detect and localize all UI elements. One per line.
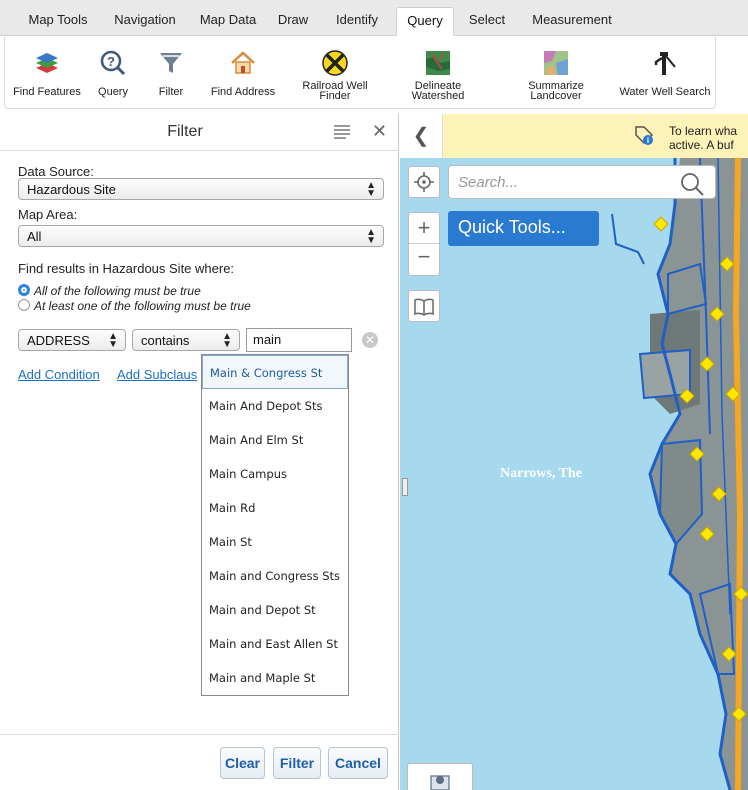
- notice-text: To learn wha active. A buf: [669, 124, 738, 152]
- suggestion-item[interactable]: Main Rd: [202, 491, 348, 525]
- autocomplete-dropdown: Main & Congress St Main And Depot Sts Ma…: [201, 354, 349, 696]
- condition-operator-select[interactable]: contains ▲ ▼: [132, 329, 240, 351]
- svg-text:?: ?: [107, 54, 115, 69]
- filter-button[interactable]: Filter: [151, 37, 191, 109]
- add-subclause-link[interactable]: Add Subclaus: [117, 367, 197, 382]
- radio-any-true[interactable]: At least one of the following must be tr…: [18, 299, 251, 313]
- search-icon[interactable]: [679, 171, 705, 197]
- clear-condition-icon[interactable]: ✕: [362, 332, 378, 348]
- svg-text:i: i: [647, 136, 649, 145]
- suggestion-item[interactable]: Main Campus: [202, 457, 348, 491]
- delineate-watershed-label: Delineate Watershed: [411, 80, 465, 102]
- select-arrows-icon: ▲ ▼: [222, 331, 232, 350]
- place-label: Narrows, The: [500, 466, 582, 481]
- map-pin-icon: [430, 775, 450, 790]
- suggestion-item[interactable]: Main and Maple St: [202, 661, 348, 695]
- panel-title: Filter: [167, 123, 203, 140]
- query-ribbon: Find Features ? Query Filter Find Addres…: [4, 37, 716, 109]
- find-address-label: Find Address: [210, 86, 276, 98]
- tab-map-tools[interactable]: Map Tools: [16, 7, 100, 36]
- radio-unselected-icon: [18, 299, 30, 311]
- add-condition-link[interactable]: Add Condition: [18, 367, 100, 382]
- find-features-label: Find Features: [13, 86, 81, 98]
- pier-outline: [611, 213, 645, 265]
- map-area-label: Map Area:: [18, 207, 78, 222]
- book-icon: [414, 298, 434, 316]
- radio-selected-icon: [18, 284, 30, 296]
- summarize-landcover-label: Summarize Landcover: [528, 80, 584, 102]
- panel-header: Filter ✕: [0, 114, 399, 151]
- delineate-watershed-button[interactable]: Delineate Watershed: [403, 37, 473, 109]
- query-button[interactable]: ? Query: [91, 37, 135, 109]
- suggestion-item[interactable]: Main and Depot St: [202, 593, 348, 627]
- find-results-label: Find results in Hazardous Site where:: [18, 261, 235, 276]
- crosshair-icon: [414, 172, 434, 192]
- watershed-icon: [426, 51, 450, 75]
- railroad-crossing-icon: [322, 50, 348, 76]
- tab-navigation[interactable]: Navigation: [102, 7, 188, 36]
- toolbar-tabs: Map Tools Navigation Map Data Draw Ident…: [0, 0, 748, 36]
- map-search-input[interactable]: Search...: [448, 165, 716, 199]
- tab-draw[interactable]: Draw: [268, 7, 318, 36]
- search-placeholder: Search...: [458, 174, 519, 191]
- panel-button-bar: Clear Filter Cancel: [0, 734, 399, 790]
- suggestion-item[interactable]: Main St: [202, 525, 348, 559]
- water-pump-icon: [654, 52, 676, 75]
- water-well-search-label: Water Well Search: [619, 86, 711, 98]
- railroad-well-finder-label: Railroad Well Finder: [302, 80, 368, 102]
- suggestion-item[interactable]: Main And Depot Sts: [202, 389, 348, 423]
- suggestion-item[interactable]: Main and Congress Sts: [202, 559, 348, 593]
- condition-field-select[interactable]: ADDRESS ▲ ▼: [18, 329, 126, 351]
- suggestion-item[interactable]: Main and East Allen St: [202, 627, 348, 661]
- locate-me-button[interactable]: [408, 166, 440, 198]
- filter-icon: [160, 53, 182, 73]
- landcover-icon: [544, 51, 568, 75]
- select-arrows-icon: ▲ ▼: [108, 331, 118, 350]
- zoom-in-button[interactable]: +: [409, 213, 439, 244]
- select-arrows-icon: ▲ ▼: [366, 227, 376, 246]
- main-road: [732, 157, 744, 790]
- quick-tools-button[interactable]: Quick Tools...: [448, 211, 599, 246]
- layers-icon: [36, 53, 58, 73]
- map-layer-button[interactable]: [407, 763, 473, 790]
- filter-apply-button[interactable]: Filter: [273, 747, 321, 779]
- zoom-out-button[interactable]: −: [409, 244, 439, 275]
- info-notice: i To learn wha active. A buf: [443, 114, 748, 158]
- data-source-select[interactable]: Hazardous Site ▲ ▼: [18, 178, 384, 200]
- select-arrows-icon: ▲ ▼: [366, 180, 376, 199]
- water-well-search-button[interactable]: Water Well Search: [615, 37, 715, 109]
- query-icon: ?: [100, 50, 126, 76]
- zoom-controls: + −: [408, 212, 440, 276]
- filter-label: Filter: [158, 86, 184, 98]
- map-area-select[interactable]: All ▲ ▼: [18, 225, 384, 247]
- radio-all-true[interactable]: All of the following must be true: [18, 284, 201, 298]
- collapse-panel-button[interactable]: ❮: [400, 114, 443, 158]
- suggestion-item[interactable]: Main & Congress St: [202, 355, 348, 389]
- panel-resize-handle[interactable]: [402, 478, 408, 496]
- clear-button[interactable]: Clear: [220, 747, 265, 779]
- map-view[interactable]: ❮ i To learn wha active. A buf Search...…: [400, 114, 748, 790]
- suggestion-item[interactable]: Main And Elm St: [202, 423, 348, 457]
- house-icon: [231, 51, 255, 74]
- tab-map-data[interactable]: Map Data: [190, 7, 266, 36]
- cancel-button[interactable]: Cancel: [328, 747, 388, 779]
- query-label: Query: [98, 86, 128, 98]
- tab-measurement[interactable]: Measurement: [520, 7, 624, 36]
- close-icon[interactable]: ✕: [372, 121, 387, 142]
- tab-identify[interactable]: Identify: [320, 7, 394, 36]
- menu-icon[interactable]: [334, 125, 350, 139]
- bookmarks-button[interactable]: [408, 290, 440, 322]
- chevron-left-icon: ❮: [412, 125, 430, 147]
- tab-query[interactable]: Query: [396, 7, 454, 36]
- tab-select[interactable]: Select: [458, 7, 516, 36]
- summarize-landcover-button[interactable]: Summarize Landcover: [519, 37, 593, 109]
- data-source-label: Data Source:: [18, 164, 94, 179]
- condition-value-input[interactable]: main: [246, 328, 352, 352]
- railroad-well-finder-button[interactable]: Railroad Well Finder: [295, 37, 375, 109]
- find-features-button[interactable]: Find Features: [7, 37, 87, 109]
- filter-panel: Filter ✕ Data Source: Hazardous Site ▲ ▼ …: [0, 114, 399, 790]
- info-tag-icon: i: [635, 126, 654, 145]
- find-address-button[interactable]: Find Address: [203, 37, 283, 109]
